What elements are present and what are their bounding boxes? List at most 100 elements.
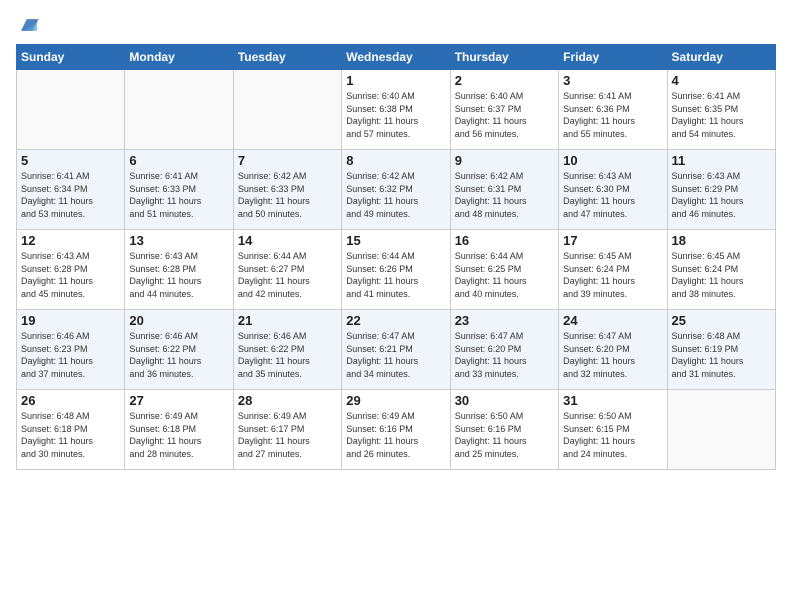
weekday-header-wednesday: Wednesday (342, 45, 450, 70)
day-number: 9 (455, 153, 554, 168)
day-info: Sunrise: 6:46 AMSunset: 6:23 PMDaylight:… (21, 330, 120, 380)
calendar-table: SundayMondayTuesdayWednesdayThursdayFrid… (16, 44, 776, 470)
calendar-cell: 1Sunrise: 6:40 AMSunset: 6:38 PMDaylight… (342, 70, 450, 150)
day-number: 12 (21, 233, 120, 248)
calendar-week-row: 19Sunrise: 6:46 AMSunset: 6:23 PMDayligh… (17, 310, 776, 390)
calendar-cell: 26 Sunrise: 6:48 AMSunset: 6:18 PMDayligh… (17, 390, 125, 470)
calendar-cell: 15 Sunrise: 6:44 AMSunset: 6:26 PMDayligh… (342, 230, 450, 310)
day-info: Sunrise: 6:43 AMSunset: 6:30 PMDaylight:… (563, 170, 662, 220)
calendar-cell: 30Sunrise: 6:50 AMSunset: 6:16 PMDayligh… (450, 390, 558, 470)
day-number: 25 (672, 313, 771, 328)
day-number: 18 (672, 233, 771, 248)
day-info: Sunrise: 6:41 AMSunset: 6:36 PMDaylight:… (563, 90, 662, 140)
header (16, 10, 776, 36)
calendar-cell: 13 Sunrise: 6:43 AMSunset: 6:28 PMDayligh… (125, 230, 233, 310)
day-info: Sunrise: 6:43 AMSunset: 6:28 PMDaylight:… (21, 250, 120, 300)
day-number: 15 (346, 233, 445, 248)
calendar-cell: 31 Sunrise: 6:50 AMSunset: 6:15 PMDayligh… (559, 390, 667, 470)
calendar-cell: 8 Sunrise: 6:42 AMSunset: 6:32 PMDaylight… (342, 150, 450, 230)
day-info: Sunrise: 6:46 AMSunset: 6:22 PMDaylight:… (129, 330, 228, 380)
calendar-cell: 3 Sunrise: 6:41 AMSunset: 6:36 PMDaylight… (559, 70, 667, 150)
weekday-header-sunday: Sunday (17, 45, 125, 70)
day-info: Sunrise: 6:44 AMSunset: 6:25 PMDaylight:… (455, 250, 554, 300)
day-number: 10 (563, 153, 662, 168)
day-number: 21 (238, 313, 337, 328)
calendar-cell: 28Sunrise: 6:49 AMSunset: 6:17 PMDayligh… (233, 390, 341, 470)
calendar-cell: 21 Sunrise: 6:46 AMSunset: 6:22 PMDayligh… (233, 310, 341, 390)
calendar-week-row: 5 Sunrise: 6:41 AMSunset: 6:34 PMDaylight… (17, 150, 776, 230)
day-number: 27 (129, 393, 228, 408)
calendar-cell: 2 Sunrise: 6:40 AMSunset: 6:37 PMDaylight… (450, 70, 558, 150)
day-number: 26 (21, 393, 120, 408)
day-info: Sunrise: 6:40 AMSunset: 6:37 PMDaylight:… (455, 90, 554, 140)
day-info: Sunrise: 6:50 AMSunset: 6:15 PMDaylight:… (563, 410, 662, 460)
calendar-week-row: 12 Sunrise: 6:43 AMSunset: 6:28 PMDayligh… (17, 230, 776, 310)
day-info: Sunrise: 6:47 AMSunset: 6:20 PMDaylight:… (455, 330, 554, 380)
day-info: Sunrise: 6:42 AMSunset: 6:32 PMDaylight:… (346, 170, 445, 220)
calendar-cell: 9 Sunrise: 6:42 AMSunset: 6:31 PMDaylight… (450, 150, 558, 230)
day-number: 3 (563, 73, 662, 88)
day-info: Sunrise: 6:48 AMSunset: 6:18 PMDaylight:… (21, 410, 120, 460)
calendar-cell (233, 70, 341, 150)
page: SundayMondayTuesdayWednesdayThursdayFrid… (0, 0, 792, 612)
calendar-cell: 11 Sunrise: 6:43 AMSunset: 6:29 PMDayligh… (667, 150, 775, 230)
day-number: 29 (346, 393, 445, 408)
day-info: Sunrise: 6:49 AMSunset: 6:17 PMDaylight:… (238, 410, 337, 460)
calendar-cell: 23 Sunrise: 6:47 AMSunset: 6:20 PMDayligh… (450, 310, 558, 390)
day-info: Sunrise: 6:42 AMSunset: 6:33 PMDaylight:… (238, 170, 337, 220)
calendar-cell: 6Sunrise: 6:41 AMSunset: 6:33 PMDaylight… (125, 150, 233, 230)
day-info: Sunrise: 6:44 AMSunset: 6:27 PMDaylight:… (238, 250, 337, 300)
day-info: Sunrise: 6:45 AMSunset: 6:24 PMDaylight:… (672, 250, 771, 300)
day-info: Sunrise: 6:44 AMSunset: 6:26 PMDaylight:… (346, 250, 445, 300)
day-number: 17 (563, 233, 662, 248)
calendar-cell: 20 Sunrise: 6:46 AMSunset: 6:22 PMDayligh… (125, 310, 233, 390)
day-number: 11 (672, 153, 771, 168)
calendar-week-row: 1Sunrise: 6:40 AMSunset: 6:38 PMDaylight… (17, 70, 776, 150)
day-info: Sunrise: 6:40 AMSunset: 6:38 PMDaylight:… (346, 90, 445, 140)
day-info: Sunrise: 6:46 AMSunset: 6:22 PMDaylight:… (238, 330, 337, 380)
day-number: 23 (455, 313, 554, 328)
day-number: 30 (455, 393, 554, 408)
calendar-cell: 22Sunrise: 6:47 AMSunset: 6:21 PMDayligh… (342, 310, 450, 390)
calendar-cell: 29Sunrise: 6:49 AMSunset: 6:16 PMDayligh… (342, 390, 450, 470)
day-info: Sunrise: 6:41 AMSunset: 6:35 PMDaylight:… (672, 90, 771, 140)
calendar-cell: 16 Sunrise: 6:44 AMSunset: 6:25 PMDayligh… (450, 230, 558, 310)
calendar-cell (667, 390, 775, 470)
calendar-cell: 14 Sunrise: 6:44 AMSunset: 6:27 PMDayligh… (233, 230, 341, 310)
calendar-cell: 12 Sunrise: 6:43 AMSunset: 6:28 PMDayligh… (17, 230, 125, 310)
day-number: 20 (129, 313, 228, 328)
day-number: 2 (455, 73, 554, 88)
day-number: 16 (455, 233, 554, 248)
calendar-cell (17, 70, 125, 150)
day-number: 24 (563, 313, 662, 328)
day-number: 13 (129, 233, 228, 248)
day-info: Sunrise: 6:41 AMSunset: 6:34 PMDaylight:… (21, 170, 120, 220)
day-info: Sunrise: 6:47 AMSunset: 6:20 PMDaylight:… (563, 330, 662, 380)
calendar-cell: 7 Sunrise: 6:42 AMSunset: 6:33 PMDaylight… (233, 150, 341, 230)
day-info: Sunrise: 6:48 AMSunset: 6:19 PMDaylight:… (672, 330, 771, 380)
weekday-header-monday: Monday (125, 45, 233, 70)
weekday-header-thursday: Thursday (450, 45, 558, 70)
day-number: 4 (672, 73, 771, 88)
calendar-cell: 25 Sunrise: 6:48 AMSunset: 6:19 PMDayligh… (667, 310, 775, 390)
day-info: Sunrise: 6:43 AMSunset: 6:29 PMDaylight:… (672, 170, 771, 220)
calendar-cell (125, 70, 233, 150)
calendar-cell: 5 Sunrise: 6:41 AMSunset: 6:34 PMDaylight… (17, 150, 125, 230)
day-info: Sunrise: 6:41 AMSunset: 6:33 PMDaylight:… (129, 170, 228, 220)
day-number: 8 (346, 153, 445, 168)
logo-icon (18, 14, 40, 36)
day-number: 7 (238, 153, 337, 168)
day-info: Sunrise: 6:49 AMSunset: 6:18 PMDaylight:… (129, 410, 228, 460)
day-number: 31 (563, 393, 662, 408)
calendar-cell: 10 Sunrise: 6:43 AMSunset: 6:30 PMDayligh… (559, 150, 667, 230)
day-number: 5 (21, 153, 120, 168)
calendar-cell: 18 Sunrise: 6:45 AMSunset: 6:24 PMDayligh… (667, 230, 775, 310)
calendar-cell: 17Sunrise: 6:45 AMSunset: 6:24 PMDayligh… (559, 230, 667, 310)
calendar-week-row: 26 Sunrise: 6:48 AMSunset: 6:18 PMDayligh… (17, 390, 776, 470)
day-number: 22 (346, 313, 445, 328)
day-number: 14 (238, 233, 337, 248)
weekday-header-friday: Friday (559, 45, 667, 70)
day-info: Sunrise: 6:42 AMSunset: 6:31 PMDaylight:… (455, 170, 554, 220)
weekday-header-saturday: Saturday (667, 45, 775, 70)
day-info: Sunrise: 6:43 AMSunset: 6:28 PMDaylight:… (129, 250, 228, 300)
